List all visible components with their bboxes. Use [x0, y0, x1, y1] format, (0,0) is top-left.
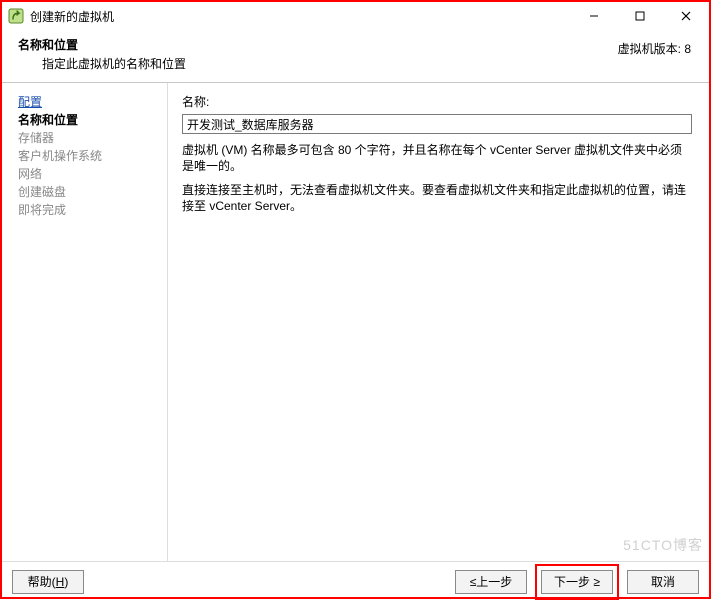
- page-title: 名称和位置: [18, 36, 693, 53]
- name-hint-1: 虚拟机 (VM) 名称最多可包含 80 个字符，并且名称在每个 vCenter …: [182, 142, 693, 174]
- step-ready-complete: 即将完成: [18, 201, 161, 219]
- minimize-button[interactable]: [571, 2, 617, 30]
- wizard-header: 名称和位置 指定此虚拟机的名称和位置: [2, 30, 709, 82]
- wizard-steps-sidebar: 配置 名称和位置 存储器 客户机操作系统 网络 创建磁盘 即将完成: [2, 83, 168, 561]
- vm-version-label: 虚拟机版本: 8: [618, 40, 691, 57]
- name-label: 名称:: [182, 93, 693, 110]
- close-button[interactable]: [663, 2, 709, 30]
- step-create-disk: 创建磁盘: [18, 183, 161, 201]
- titlebar: 创建新的虚拟机: [2, 2, 709, 30]
- next-button[interactable]: 下一步 ≥: [541, 570, 613, 594]
- step-guest-os: 客户机操作系统: [18, 147, 161, 165]
- help-button-label: 帮助(H): [28, 575, 69, 589]
- next-button-highlight: 下一步 ≥: [535, 564, 619, 600]
- window-title: 创建新的虚拟机: [30, 8, 114, 25]
- wizard-footer: 帮助(H) ≤上一步 下一步 ≥ 取消: [2, 561, 709, 603]
- wizard-main-panel: 名称: 虚拟机 (VM) 名称最多可包含 80 个字符，并且名称在每个 vCen…: [168, 83, 709, 561]
- help-button[interactable]: 帮助(H): [12, 570, 84, 594]
- vm-name-input[interactable]: [182, 114, 692, 134]
- name-hint-2: 直接连接至主机时，无法查看虚拟机文件夹。要查看虚拟机文件夹和指定此虚拟机的位置，…: [182, 182, 693, 214]
- step-storage: 存储器: [18, 129, 161, 147]
- maximize-button[interactable]: [617, 2, 663, 30]
- app-icon: [8, 8, 24, 24]
- step-configuration[interactable]: 配置: [18, 93, 161, 111]
- cancel-button[interactable]: 取消: [627, 570, 699, 594]
- step-name-location: 名称和位置: [18, 111, 161, 129]
- page-subtitle: 指定此虚拟机的名称和位置: [18, 55, 693, 72]
- back-button[interactable]: ≤上一步: [455, 570, 527, 594]
- step-network: 网络: [18, 165, 161, 183]
